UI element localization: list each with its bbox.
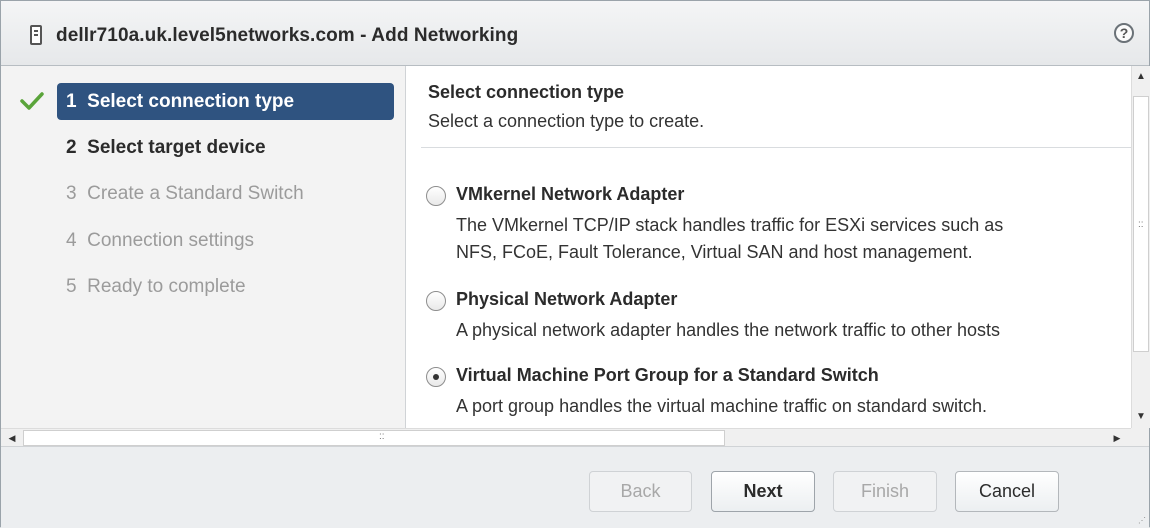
content-header: Select connection type Select a connecti… — [428, 82, 704, 132]
help-icon[interactable]: ? — [1114, 23, 1134, 43]
scroll-right-arrow-icon[interactable]: ▶ — [1106, 429, 1128, 447]
radio-vm-port-group[interactable] — [426, 367, 446, 387]
option-description-line: A port group handles the virtual machine… — [456, 396, 987, 416]
option-description-line: The VMkernel TCP/IP stack handles traffi… — [456, 215, 1004, 235]
dialog-footer: Back Next Finish Cancel ⋰ — [1, 446, 1149, 528]
wizard-step-5: 5 Ready to complete — [57, 268, 394, 305]
step-label: Select connection type — [87, 91, 295, 112]
step-number: 2 — [66, 137, 77, 158]
scroll-up-arrow-icon[interactable]: ▲ — [1132, 66, 1150, 88]
divider — [421, 147, 1131, 148]
radio-vmkernel-adapter[interactable] — [426, 186, 446, 206]
grip-icon: :: — [1138, 219, 1144, 230]
option-label[interactable]: Virtual Machine Port Group for a Standar… — [456, 365, 879, 386]
scroll-left-arrow-icon[interactable]: ◀ — [1, 429, 23, 447]
wizard-step-1[interactable]: 1 Select connection type — [57, 83, 394, 120]
host-server-icon — [30, 25, 42, 45]
back-button[interactable]: Back — [589, 471, 692, 512]
scroll-down-arrow-icon[interactable]: ▼ — [1132, 406, 1150, 428]
option-label[interactable]: VMkernel Network Adapter — [456, 184, 684, 205]
step-label: Create a Standard Switch — [87, 183, 304, 204]
wizard-step-2[interactable]: 2 Select target device — [57, 129, 394, 166]
vertical-scroll-thumb[interactable]: :: — [1133, 96, 1149, 352]
option-description: A port group handles the virtual machine… — [456, 393, 987, 420]
cancel-button[interactable]: Cancel — [955, 471, 1059, 512]
dialog-title: dellr710a.uk.level5networks.com - Add Ne… — [56, 25, 519, 46]
wizard-step-4: 4 Connection settings — [57, 222, 394, 259]
option-description-line: A physical network adapter handles the n… — [456, 320, 1000, 340]
grip-icon: :: — [379, 431, 385, 442]
option-description: The VMkernel TCP/IP stack handles traffi… — [456, 212, 1003, 266]
step-number: 5 — [66, 276, 77, 297]
option-description: A physical network adapter handles the n… — [456, 317, 1000, 344]
step-label: Connection settings — [87, 230, 255, 251]
option-description-line: NFS, FCoE, Fault Tolerance, Virtual SAN … — [456, 242, 973, 262]
wizard-step-3: 3 Create a Standard Switch — [57, 175, 394, 212]
next-button[interactable]: Next — [711, 471, 815, 512]
step-number: 1 — [66, 91, 77, 112]
scrollbar-corner — [1131, 428, 1149, 446]
add-networking-dialog: dellr710a.uk.level5networks.com - Add Ne… — [0, 0, 1150, 528]
step-number: 4 — [66, 230, 77, 251]
horizontal-scrollbar[interactable]: ◀ :: ▶ — [1, 428, 1131, 447]
step-label: Ready to complete — [87, 276, 246, 297]
content-subtitle: Select a connection type to create. — [428, 111, 705, 131]
radio-physical-adapter[interactable] — [426, 291, 446, 311]
vertical-scrollbar[interactable]: ▲ :: ▼ — [1131, 66, 1150, 428]
option-label[interactable]: Physical Network Adapter — [456, 289, 677, 310]
content-title: Select connection type — [428, 82, 625, 102]
title-bar[interactable]: dellr710a.uk.level5networks.com - Add Ne… — [1, 1, 1149, 66]
finish-button[interactable]: Finish — [833, 471, 937, 512]
horizontal-scroll-thumb[interactable]: :: — [23, 430, 725, 446]
checkmark-icon — [20, 92, 44, 110]
step-content-panel: Select connection type Select a connecti… — [406, 66, 1131, 428]
resize-grip-icon[interactable]: ⋰ — [1138, 517, 1146, 525]
wizard-steps-nav: 1 Select connection type 2 Select target… — [1, 66, 406, 428]
step-label: Select target device — [87, 137, 266, 158]
step-number: 3 — [66, 183, 77, 204]
